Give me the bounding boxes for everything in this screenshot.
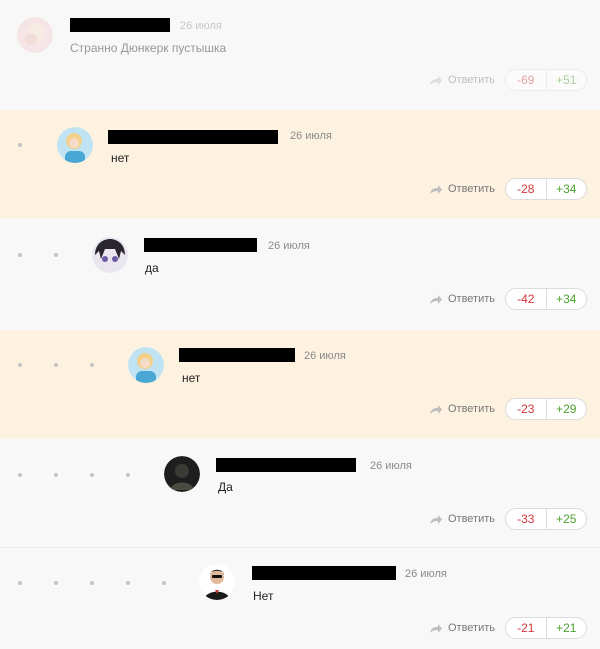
comment: 26 июля да Ответить -42 +34 [0,220,600,329]
reply-button[interactable]: Ответить [429,178,495,200]
downvote-count[interactable]: -28 [506,179,547,199]
comment-date: 26 июля [290,130,332,142]
vote-box: -23 +29 [505,398,587,420]
thread-dot [162,581,166,585]
comment-date: 26 июля [405,568,447,580]
comment: 26 июля нет Ответить -28 +34 [0,110,600,219]
comment-text: нет [111,151,130,165]
reply-arrow-icon [429,294,443,305]
reply-button[interactable]: Ответить [429,508,495,530]
thread-dot [54,581,58,585]
username-redacted[interactable] [216,458,356,472]
reply-button[interactable]: Ответить [429,288,495,310]
reply-arrow-icon [429,184,443,195]
vote-box: -69 +51 [505,69,587,91]
avatar[interactable] [57,127,93,163]
reply-label: Ответить [447,622,495,634]
upvote-count[interactable]: +51 [547,70,587,90]
avatar[interactable] [164,456,200,492]
downvote-count[interactable]: -69 [506,70,547,90]
downvote-count[interactable]: -23 [506,399,547,419]
downvote-count[interactable]: -42 [506,289,547,309]
thread-dot [54,363,58,367]
username-redacted[interactable] [70,18,170,32]
reply-label: Ответить [447,403,495,415]
upvote-count[interactable]: +34 [547,179,587,199]
comment: 26 июля Странно Дюнкерк пустышка Ответит… [0,0,600,109]
comment-text: Нет [253,589,274,603]
thread-dot [54,253,58,257]
avatar[interactable] [92,237,128,273]
reply-label: Ответить [447,293,495,305]
vote-box: -21 +21 [505,617,587,639]
comment-text: да [145,261,159,275]
comment-date: 26 июля [268,240,310,252]
username-redacted[interactable] [252,566,396,580]
reply-label: Ответить [447,183,495,195]
comment: 26 июля нет Ответить -23 +29 [0,330,600,439]
vote-box: -33 +25 [505,508,587,530]
username-redacted[interactable] [108,130,278,144]
reply-button[interactable]: Ответить [429,69,495,91]
reply-arrow-icon [429,75,443,86]
comment-date: 26 июля [370,460,412,472]
avatar[interactable] [199,564,235,600]
avatar[interactable] [128,347,164,383]
avatar[interactable] [17,17,53,53]
thread-dot [126,473,130,477]
comment-text: Странно Дюнкерк пустышка [70,41,227,55]
vote-box: -42 +34 [505,288,587,310]
vote-box: -28 +34 [505,178,587,200]
comment-text: Да [218,480,233,494]
upvote-count[interactable]: +25 [547,509,587,529]
thread-dot [90,363,94,367]
username-redacted[interactable] [144,238,257,252]
comment-date: 26 июля [304,350,346,362]
thread-dot [18,473,22,477]
thread-dot [18,143,22,147]
thread-dot [90,581,94,585]
reply-arrow-icon [429,514,443,525]
upvote-count[interactable]: +29 [547,399,587,419]
upvote-count[interactable]: +34 [547,289,587,309]
upvote-count[interactable]: +21 [547,618,587,638]
reply-arrow-icon [429,404,443,415]
thread-dot [126,581,130,585]
comment-date: 26 июля [180,20,222,32]
downvote-count[interactable]: -33 [506,509,547,529]
thread-dot [54,473,58,477]
reply-label: Ответить [447,513,495,525]
reply-button[interactable]: Ответить [429,617,495,639]
reply-arrow-icon [429,623,443,634]
comment: 26 июля Да Ответить -33 +25 [0,440,600,547]
downvote-count[interactable]: -21 [506,618,547,638]
reply-button[interactable]: Ответить [429,398,495,420]
thread-dot [18,581,22,585]
comment-text: нет [182,371,201,385]
thread-dot [90,473,94,477]
username-redacted[interactable] [179,348,295,362]
thread-dot [18,363,22,367]
thread-dot [18,253,22,257]
comment: 26 июля Нет Ответить -21 +21 [0,548,600,649]
reply-label: Ответить [447,74,495,86]
